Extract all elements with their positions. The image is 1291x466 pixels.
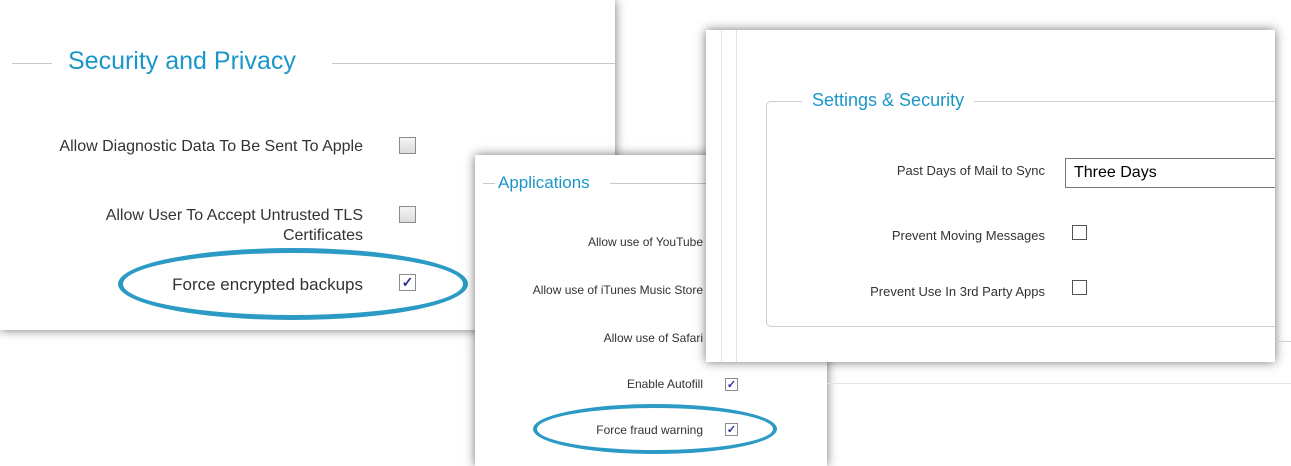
settings-security-panel: Settings & Security Past Days of Mail to… bbox=[706, 30, 1275, 362]
fieldset-border bbox=[483, 183, 495, 184]
enable-autofill-label: Enable Autofill bbox=[626, 377, 703, 391]
prevent-3rd-party-checkbox[interactable] bbox=[1072, 280, 1087, 295]
diagnostic-data-label: Allow Diagnostic Data To Be Sent To Appl… bbox=[59, 138, 363, 155]
enable-autofill-checkbox[interactable]: ✓ bbox=[725, 378, 738, 391]
check-icon: ✓ bbox=[401, 274, 414, 290]
divider-line bbox=[1275, 341, 1291, 342]
divider-line bbox=[827, 383, 1291, 384]
mail-sync-label: Past Days of Mail to Sync bbox=[896, 163, 1045, 178]
encrypted-backups-label: Force encrypted backups bbox=[172, 275, 363, 294]
section-title: Settings & Security bbox=[802, 88, 975, 112]
prevent-3rd-party-label: Prevent Use In 3rd Party Apps bbox=[870, 284, 1045, 299]
allow-itunes-label: Allow use of iTunes Music Store bbox=[532, 283, 703, 297]
left-divider bbox=[736, 30, 737, 362]
allow-youtube-label: Allow use of YouTube bbox=[588, 235, 703, 249]
untrusted-tls-label: Allow User To Accept Untrusted TLS Certi… bbox=[105, 207, 363, 244]
encrypted-backups-checkbox[interactable]: ✓ bbox=[399, 274, 416, 291]
allow-safari-label: Allow use of Safari bbox=[603, 331, 703, 345]
prevent-moving-checkbox[interactable] bbox=[1072, 225, 1087, 240]
force-fraud-warning-checkbox[interactable]: ✓ bbox=[725, 423, 738, 436]
check-icon: ✓ bbox=[726, 379, 737, 391]
left-divider bbox=[721, 30, 722, 362]
diagnostic-data-checkbox[interactable] bbox=[399, 137, 416, 154]
prevent-moving-label: Prevent Moving Messages bbox=[891, 228, 1045, 243]
check-icon: ✓ bbox=[726, 424, 737, 436]
section-title: Applications bbox=[498, 173, 590, 192]
section-title: Security and Privacy bbox=[68, 47, 296, 75]
untrusted-tls-checkbox[interactable] bbox=[399, 206, 416, 223]
fieldset-border bbox=[332, 63, 615, 64]
force-fraud-warning-label: Force fraud warning bbox=[596, 423, 703, 437]
fieldset-border bbox=[12, 63, 52, 64]
mail-sync-select[interactable]: Three Days bbox=[1065, 158, 1275, 188]
